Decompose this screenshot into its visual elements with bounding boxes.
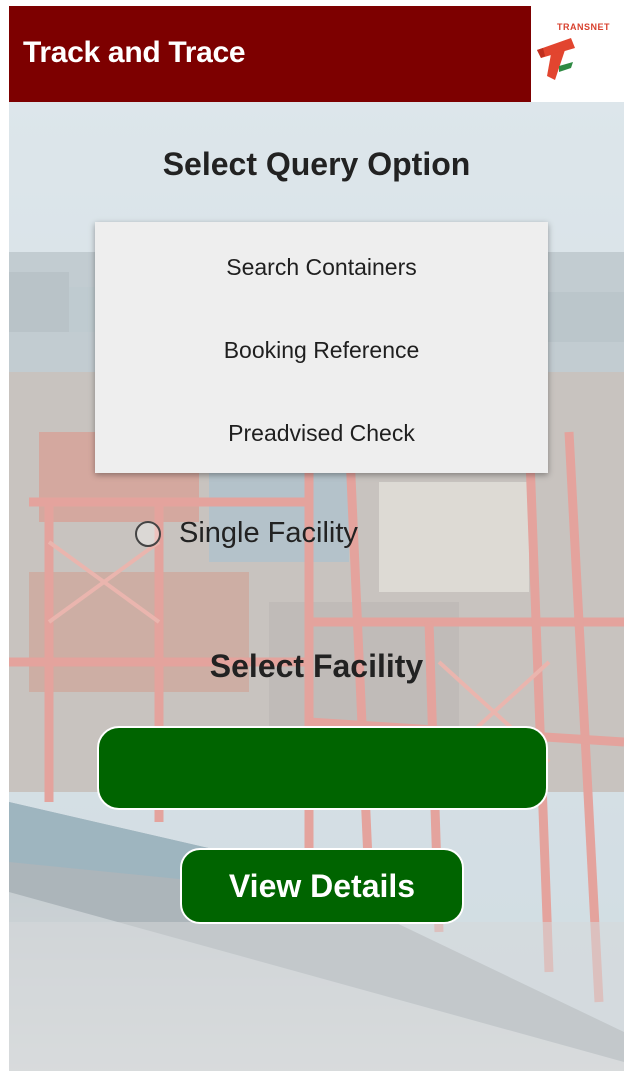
query-option-title: Select Query Option <box>162 146 471 182</box>
transnet-logo-icon <box>537 38 575 80</box>
facility-dropdown[interactable] <box>97 726 548 810</box>
menu-item-booking-reference[interactable]: Booking Reference <box>95 320 548 380</box>
brand-logo: TRANSNET <box>531 6 624 102</box>
select-facility-title: Select Facility <box>209 648 424 684</box>
app-screen: Track and Trace TRANSNET Select Query Op… <box>9 6 624 1071</box>
query-options-menu: Search Containers Booking Reference Prea… <box>95 222 548 473</box>
menu-item-preadvised-check[interactable]: Preadvised Check <box>95 403 548 463</box>
app-title: Track and Trace <box>23 36 246 69</box>
logo-wordmark: TRANSNET <box>557 22 610 32</box>
view-details-button[interactable]: View Details <box>180 848 464 924</box>
single-facility-label: Single Facility <box>179 517 358 549</box>
radio-unchecked-icon[interactable] <box>135 521 161 547</box>
app-bar: Track and Trace <box>9 6 531 102</box>
menu-item-search-containers[interactable]: Search Containers <box>95 237 548 297</box>
